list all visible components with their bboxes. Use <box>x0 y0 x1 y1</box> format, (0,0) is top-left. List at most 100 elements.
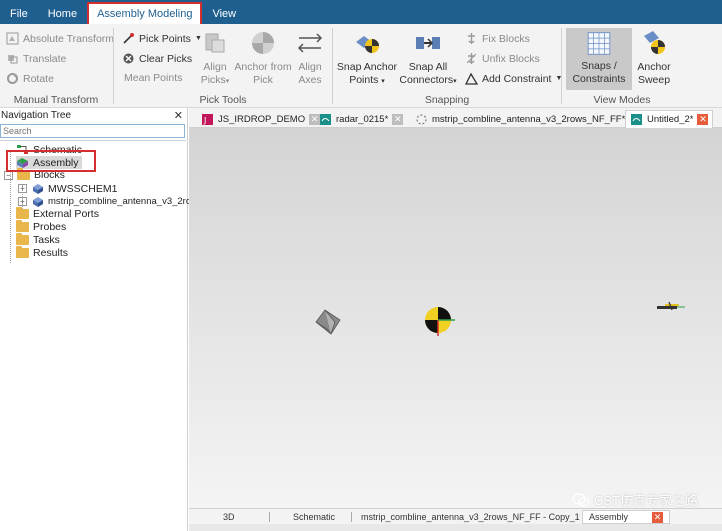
block-3d-object[interactable] <box>315 309 341 335</box>
block-icon <box>33 184 43 194</box>
snap-all-connectors-icon <box>416 37 440 49</box>
snaps-constraints-label-2: Constraints <box>572 73 626 85</box>
mean-points-button[interactable]: Mean Points <box>124 72 182 84</box>
bottom-view-tabs: 3D Schematic mstrip_combline_antenna_v3_… <box>189 508 722 524</box>
add-constraint-button[interactable]: Add Constraint ▼ <box>465 72 562 85</box>
close-tab-icon[interactable]: ✕ <box>392 113 404 125</box>
expand-icon[interactable]: + <box>18 197 27 206</box>
folder-icon <box>16 233 29 245</box>
folder-icon <box>16 246 29 258</box>
close-tab-icon[interactable]: ✕ <box>652 511 664 523</box>
fix-blocks-icon <box>468 33 475 44</box>
anchor-sweep-label: Anchor <box>637 61 671 73</box>
close-icon[interactable]: ✕ <box>174 109 183 122</box>
clear-picks-label: Clear Picks <box>139 52 193 65</box>
rotate-label: Rotate <box>23 72 54 85</box>
menu-bar: File Home Assembly Modeling View <box>0 0 722 24</box>
unfix-blocks-icon <box>466 53 477 64</box>
tree-item-label: External Ports <box>33 208 99 220</box>
tree-item-block-mstrip[interactable]: + mstrip_combline_antenna_v3_2rov <box>18 195 196 208</box>
doc-tab-radar[interactable]: radar_0215* ✕ <box>315 110 407 128</box>
bottom-tab-3d[interactable]: 3D <box>223 510 235 524</box>
pick-points-button[interactable]: Pick Points ▼ <box>122 32 202 45</box>
group-pick-tools: Pick Points ▼ Clear Picks Mean Points Al… <box>114 24 332 108</box>
document-icon: J <box>202 113 213 125</box>
doc-tab-label: JS_IRDROP_DEMO <box>218 113 306 125</box>
anchor-from-pick-icon <box>252 32 274 54</box>
bottom-tab-label: 3D <box>223 512 235 522</box>
doc-tab-label: mstrip_combline_antenna_v3_2rows_NF_FF* <box>432 113 626 125</box>
loading-icon <box>416 114 427 124</box>
block-icon <box>33 197 43 207</box>
snap-anchor-points-button[interactable]: Snap Anchor Points ▾ <box>335 28 399 88</box>
anchor-sweep-button[interactable]: Anchor Sweep <box>634 28 674 87</box>
assembly-viewport[interactable] <box>189 128 722 508</box>
ribbon: Absolute Transform Translate Rotate Manu… <box>0 24 722 108</box>
translate-icon <box>8 55 18 64</box>
clear-picks-icon <box>123 53 134 64</box>
align-picks-button[interactable]: Align Picks▾ <box>198 28 232 88</box>
align-picks-icon <box>205 33 225 53</box>
align-axes-button[interactable]: Align Axes <box>294 28 326 87</box>
doc-tab-label: radar_0215* <box>336 113 389 125</box>
tree-item-label: Results <box>33 247 69 259</box>
antenna-3d-object[interactable] <box>657 301 685 311</box>
absolute-transform-label: Absolute Transform <box>23 32 115 45</box>
menu-tab-home[interactable]: Home <box>38 4 87 24</box>
bottom-tab-label: Schematic <box>293 512 336 522</box>
tree-item-block-mwsschem1[interactable]: + MWSSCHEM1 <box>18 182 117 195</box>
snap-all-connectors-button[interactable]: Snap All Connectors▾ <box>399 28 457 88</box>
fix-blocks-label: Fix Blocks <box>482 32 530 45</box>
snap-anchor-points-icon <box>356 36 379 53</box>
anchor-from-pick-button[interactable]: Anchor from Pick <box>234 28 292 87</box>
snap-anchor-points-label-2: Points ▾ <box>349 74 385 86</box>
doc-tab-untitled-2[interactable]: Untitled_2* ✕ <box>625 110 714 128</box>
clear-picks-button[interactable]: Clear Picks <box>122 52 192 65</box>
doc-tab-js-irdrop-demo[interactable]: J JS_IRDROP_DEMO ✕ <box>197 110 324 128</box>
group-label-snapping: Snapping <box>424 94 470 106</box>
tree-item-probes[interactable]: Probes <box>16 220 67 233</box>
unfix-blocks-label: Unfix Blocks <box>482 52 540 65</box>
status-bar <box>189 524 722 531</box>
close-tab-icon[interactable]: ✕ <box>697 114 709 125</box>
tree-item-results[interactable]: Results <box>16 246 69 259</box>
absolute-transform-button[interactable]: Absolute Transform <box>6 32 114 45</box>
group-snapping: Snap Anchor Points ▾ Snap All Connectors… <box>333 24 562 108</box>
expand-icon[interactable]: + <box>18 184 27 193</box>
bottom-tab-label: Assembly <box>589 512 629 522</box>
doc-tab-mstrip-combline[interactable]: mstrip_combline_antenna_v3_2rows_NF_FF* … <box>411 110 644 128</box>
menu-tab-file[interactable]: File <box>0 4 38 24</box>
align-picks-label-2: Picks▾ <box>200 74 230 86</box>
snaps-constraints-button[interactable]: Snaps / Constraints <box>566 28 632 90</box>
tree-item-label: Probes <box>33 221 67 233</box>
bottom-tab-mstrip-copy[interactable]: mstrip_combline_antenna_v3_2rows_NF_FF -… <box>361 510 595 524</box>
anchor-sweep-label-2: Sweep <box>637 74 671 86</box>
watermark: CST仿真专家之路 <box>572 490 698 509</box>
svg-text:J: J <box>203 116 206 125</box>
group-label-manual-transform: Manual Transform <box>13 94 99 106</box>
unfix-blocks-button[interactable]: Unfix Blocks <box>465 52 540 65</box>
navigation-tree-header: Navigation Tree ✕ <box>0 108 187 122</box>
fix-blocks-button[interactable]: Fix Blocks <box>465 32 530 45</box>
add-constraint-icon <box>465 72 478 85</box>
folder-icon <box>16 220 29 232</box>
navigation-tree-title: Navigation Tree <box>1 109 72 121</box>
align-picks-label: Align <box>203 61 227 73</box>
viewport-scene <box>315 301 685 336</box>
bottom-tab-label: mstrip_combline_antenna_v3_2rows_NF_FF -… <box>361 512 580 522</box>
folder-icon <box>16 207 29 219</box>
bottom-tab-schematic[interactable]: Schematic <box>293 510 335 524</box>
tree-item-label: mstrip_combline_antenna_v3_2rov <box>48 196 196 207</box>
navigation-search-input[interactable] <box>0 124 185 138</box>
menu-tab-view[interactable]: View <box>202 4 246 24</box>
translate-button[interactable]: Translate <box>6 52 66 65</box>
pick-points-icon <box>123 33 134 44</box>
anchor-point-icon[interactable] <box>425 307 455 336</box>
anchor-from-pick-label-2: Pick <box>253 74 273 86</box>
menu-tab-assembly-modeling[interactable]: Assembly Modeling <box>87 2 203 24</box>
tree-item-tasks[interactable]: Tasks <box>16 233 60 246</box>
rotate-button[interactable]: Rotate <box>6 72 54 85</box>
tree-item-external-ports[interactable]: External Ports <box>16 207 99 220</box>
group-label-view-modes: View Modes <box>593 94 651 106</box>
bottom-tab-assembly[interactable]: Assembly ✕ <box>582 510 671 524</box>
